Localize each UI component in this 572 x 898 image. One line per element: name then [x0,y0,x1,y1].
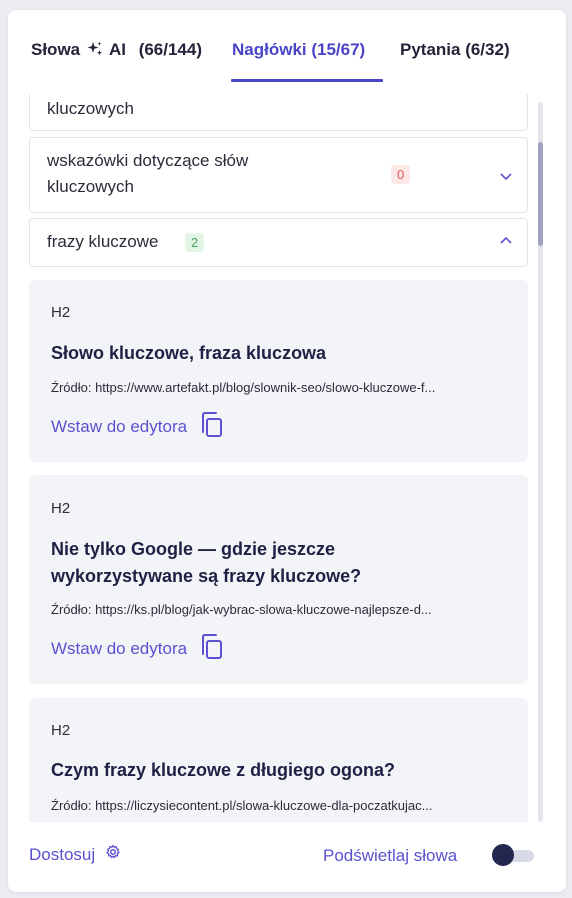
heading-source: Źródło: https://liczysiecontent.pl/slowa… [51,798,433,813]
accordion-row-wskazowki[interactable]: wskazówki dotyczące słów kluczowych 0 [29,137,528,213]
accordion-row-partial[interactable]: kluczowych [29,94,528,131]
count-badge: 0 [391,165,411,184]
chevron-down-icon[interactable] [499,169,513,183]
heading-result-card: H2 Czym frazy kluczowe z długiego ogona?… [29,698,528,822]
heading-level: H2 [51,304,71,321]
panel-footer: Dostosuj Podświetlaj słowa [8,830,566,892]
gear-icon [105,844,121,865]
keyword-panel: Słowa AI (66/144) Nagłówki (15/67) Pytan… [8,10,566,892]
toggle-knob [492,844,514,866]
tab-naglowki[interactable]: Nagłówki (15/67) [232,40,365,60]
accordion-row-label-line2: kluczowych [47,177,134,196]
insert-to-editor-button[interactable]: Wstaw do edytora [51,410,225,443]
heading-result-card: H2 Słowo kluczowe, fraza kluczowa Źródło… [29,280,528,462]
heading-title: Czym frazy kluczowe z długiego ogona? [51,760,396,780]
heading-source: Źródło: https://www.artefakt.pl/blog/slo… [51,380,436,395]
scrollbar-thumb[interactable] [538,142,543,246]
tab-slowa-ai[interactable]: Słowa AI (66/144) [31,40,202,62]
heading-level: H2 [51,500,71,517]
accordion-row-label: frazy kluczowe [47,232,159,251]
copy-icon [199,632,225,665]
active-tab-indicator [231,79,383,82]
tab-bar: Słowa AI (66/144) Nagłówki (15/67) Pytan… [8,10,566,82]
heading-title-line2: wykorzystywane są frazy kluczowe? [51,566,362,586]
results-scroll-area[interactable]: kluczowych wskazówki dotyczące słów kluc… [8,94,566,822]
highlight-words-toggle[interactable] [492,844,534,866]
count-badge: 2 [185,233,205,252]
heading-result-card: H2 Nie tylko Google — gdzie jeszcze wyko… [29,475,528,684]
accordion-row-frazy[interactable]: frazy kluczowe 2 [29,218,528,267]
tab-slowa-count: (66/144) [138,40,203,59]
heading-source: Źródło: https://ks.pl/blog/jak-wybrac-sl… [51,602,432,617]
tab-pytania[interactable]: Pytania (6/32) [400,40,510,60]
tab-slowa-label: Słowa [31,40,81,59]
accordion-row-label-line1: wskazówki dotyczące słów [47,151,249,170]
customize-label: Dostosuj [29,844,96,864]
scrollbar[interactable] [538,102,543,822]
accordion-row-label: kluczowych [47,99,134,118]
insert-to-editor-button[interactable]: Wstaw do edytora [51,632,225,665]
insert-label: Wstaw do edytora [51,638,188,658]
sparkle-icon [87,41,103,62]
tab-ai-label: AI [108,40,126,59]
customize-button[interactable]: Dostosuj [29,844,121,865]
insert-label: Wstaw do edytora [51,416,188,436]
heading-level: H2 [51,722,71,739]
copy-icon [199,410,225,443]
highlight-words-label: Podświetlaj słowa [323,846,458,865]
chevron-up-icon[interactable] [499,234,513,248]
heading-title: Słowo kluczowe, fraza kluczowa [51,343,327,363]
heading-title-line1: Nie tylko Google — gdzie jeszcze [51,539,336,559]
